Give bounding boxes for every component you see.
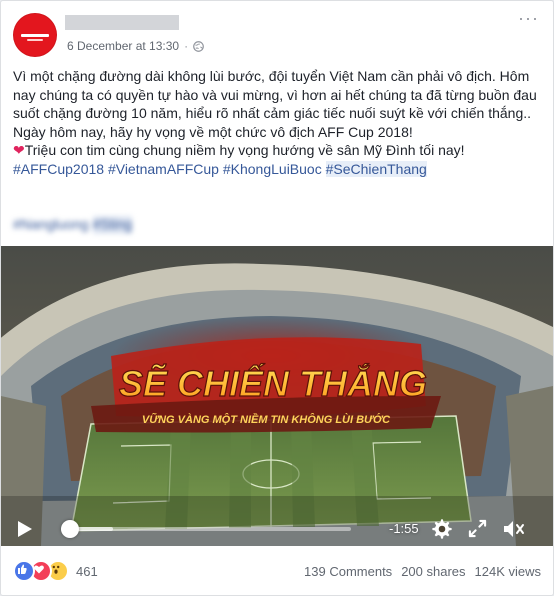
more-icon[interactable]: ··· [518,9,539,27]
video-subtitle-art: VỮNG VÀNG MỘT NIỀM TIN KHÔNG LÙI BƯỚC [142,413,391,426]
post-footer: 461 139 Comments 200 shares 124K views [13,556,541,586]
video-player[interactable]: SẼ CHIẾN THẮNG VỮNG VÀNG MỘT NIỀM TIN KH… [1,246,553,546]
post-paragraph-3: ❤Triệu con tim cùng chung niềm hy vọng h… [13,141,541,160]
volume-muted-icon[interactable] [503,519,525,539]
play-icon[interactable] [17,520,33,538]
gear-icon[interactable] [431,518,453,540]
hashtag-line: #AFFCup2018 #VietnamAFFCup #KhongLuiBuoc… [13,160,541,179]
shares-count[interactable]: 200 shares [401,564,465,579]
video-time-remaining: -1:55 [389,521,419,536]
views-count: 124K views [474,564,541,579]
like-reaction-icon [13,560,35,582]
post-timestamp[interactable]: 6 December at 13:30 [67,39,179,53]
facebook-post: 6 December at 13:30 · ··· Vì một chặng đ… [0,0,554,596]
video-title-art: SẼ CHIẾN THẮNG [119,362,427,404]
hashtag-sechienthang[interactable]: #SeChienThang [325,160,427,177]
hashtag-khongluibuoc[interactable]: #KhongLuiBuoc [223,161,322,177]
reactions-summary[interactable]: 461 [13,560,98,582]
hashtag-affcup2018[interactable]: #AFFCup2018 [13,161,104,177]
hashtag-nangluong[interactable]: #Nangluong [13,216,89,234]
avatar-logo-mark-sub [27,39,43,41]
hashtag-sting[interactable]: #Sting [92,216,133,234]
post-paragraph-1: Vì một chặng đường dài không lùi bước, đ… [13,68,537,122]
avatar-logo-mark [21,34,49,37]
video-frame-stadium: SẼ CHIẾN THẮNG VỮNG VÀNG MỘT NIỀM TIN KH… [1,246,553,546]
blurred-hashtags: #Nangluong #Sting [13,216,133,234]
video-scrubber-handle[interactable] [60,520,79,538]
expand-icon[interactable] [468,519,487,538]
video-controls: -1:55 [1,511,553,546]
video-progress-bar[interactable] [61,527,351,531]
comments-count[interactable]: 139 Comments [304,564,392,579]
post-paragraph-3-text: Triệu con tim cùng chung niềm hy vọng hư… [24,142,465,159]
meta-separator: · [184,39,189,53]
hashtag-vietnamaffcup[interactable]: #VietnamAFFCup [108,161,219,177]
globe-icon[interactable] [193,40,204,52]
post-body: Vì một chặng đường dài không lùi bước, đ… [13,67,541,179]
engagement-stats: 139 Comments 200 shares 124K views [304,564,541,579]
post-meta: 6 December at 13:30 · [67,39,204,53]
post-paragraph-2: Ngày hôm nay, hãy hy vọng về một chức vô… [13,123,413,140]
post-header: 6 December at 13:30 · ··· [13,9,541,57]
reaction-count[interactable]: 461 [76,564,98,579]
heart-icon: ❤ [13,142,25,159]
page-avatar[interactable] [13,13,57,57]
page-name-redacted[interactable] [65,15,179,30]
